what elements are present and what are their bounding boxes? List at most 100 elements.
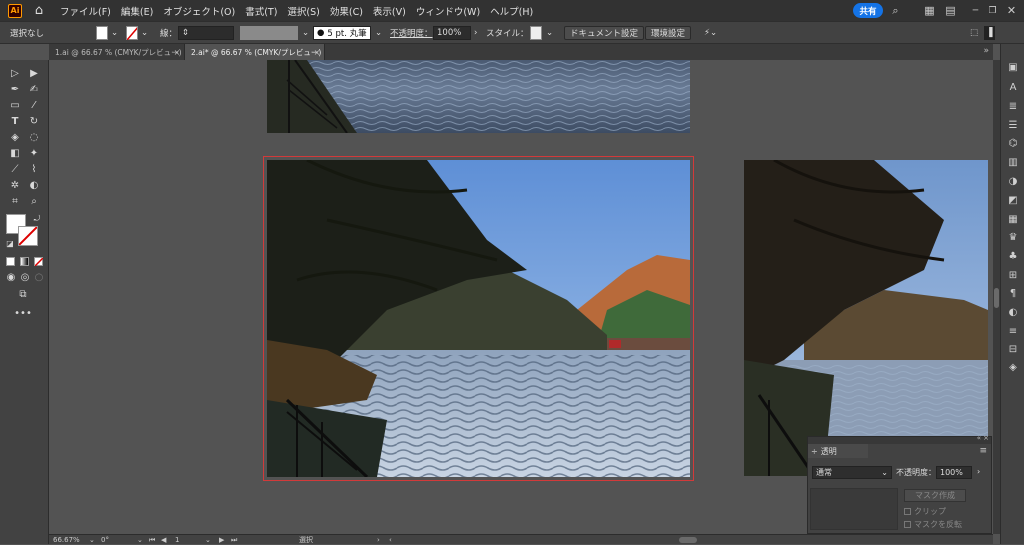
menu-edit[interactable]: 編集(E) — [121, 4, 153, 18]
swap-colors-icon[interactable]: ⤾ — [30, 212, 44, 226]
draw-behind-icon[interactable]: ◎ — [18, 270, 32, 284]
pathfinder-icon[interactable]: ⊞ — [1006, 268, 1020, 282]
double-chevron-icon[interactable]: » — [983, 46, 989, 56]
shape-builder-icon[interactable]: ◐ — [27, 178, 41, 192]
panel-header-strip[interactable]: « × — [808, 434, 991, 444]
home-icon[interactable]: ⌂ — [32, 3, 46, 18]
tab-document-1[interactable]: 1.ai @ 66.67 % (CMYK/プレビュー) × — [49, 44, 185, 60]
default-colors-icon[interactable]: ◪ — [3, 236, 17, 250]
zoom-tool-icon[interactable]: ⌕ — [27, 194, 41, 208]
chevron-down-icon[interactable]: ⌄ — [546, 26, 553, 40]
stroke-color-box[interactable] — [18, 226, 38, 246]
chevron-right-icon[interactable]: › — [474, 26, 477, 40]
pen-tool-icon[interactable]: ✒ — [8, 82, 22, 96]
draw-inside-icon[interactable]: ○ — [32, 270, 46, 284]
make-mask-button[interactable]: マスク作成 — [904, 489, 966, 502]
more-tools-icon[interactable]: ••• — [14, 306, 32, 320]
tab-document-2[interactable]: 2.ai* @ 66.67 % (CMYK/プレビュー) × — [185, 44, 325, 60]
color-icon[interactable]: ◑ — [1006, 174, 1020, 188]
magic-wand-icon[interactable]: ✦ — [27, 146, 41, 160]
menu-select[interactable]: 選択(S) — [287, 4, 319, 18]
search-icon[interactable]: ⌕ — [889, 4, 902, 17]
menu-help[interactable]: ヘルプ(H) — [490, 4, 533, 18]
gradient-icon[interactable]: ◩ — [1006, 193, 1020, 207]
close-icon[interactable]: ✕ — [1005, 4, 1018, 17]
artboard-tool-icon[interactable]: ⌗ — [8, 194, 22, 208]
brush-definition-field[interactable]: ● 5 pt. 丸筆 — [313, 26, 371, 40]
properties-icon[interactable]: ▣ — [1006, 60, 1020, 74]
rectangle-tool-icon[interactable]: ▭ — [8, 98, 22, 112]
chevron-down-icon[interactable]: ⌄ — [302, 26, 309, 40]
invert-mask-checkbox[interactable]: マスクを反転 — [904, 519, 962, 530]
rotate-tool-icon[interactable]: ↻ — [27, 114, 41, 128]
menu-view[interactable]: 表示(V) — [373, 4, 406, 18]
transform-panel-icon[interactable]: ⊟ — [1006, 342, 1020, 356]
blend-mode-select[interactable]: 通常 ⌄ — [812, 466, 892, 479]
brushes-icon[interactable]: ♛ — [1006, 230, 1020, 244]
menu-object[interactable]: オブジェクト(O) — [163, 4, 235, 18]
glyphs-icon[interactable]: ¶ — [1006, 286, 1020, 300]
eyedropper-tool-icon[interactable]: ⟋ — [8, 162, 22, 176]
color-mode-icon[interactable] — [6, 257, 15, 266]
none-mode-icon[interactable] — [34, 257, 44, 267]
paintbrush-tool-icon[interactable]: ⁄ — [27, 98, 41, 112]
stroke-panel-icon[interactable]: ⌬ — [1006, 136, 1020, 150]
vertical-scrollbar[interactable] — [993, 60, 1000, 534]
panel-menu-icon[interactable]: ≡ — [979, 446, 987, 456]
transform-icon[interactable]: ⬚ — [970, 26, 978, 40]
swatches-icon[interactable]: ▦ — [1006, 212, 1020, 226]
menu-window[interactable]: ウィンドウ(W) — [416, 4, 480, 18]
menu-type[interactable]: 書式(T) — [245, 4, 277, 18]
style-swatch[interactable] — [530, 26, 542, 40]
document-setup-button[interactable]: ドキュメント設定 — [564, 26, 645, 40]
adjust-icon[interactable]: ☰ — [1006, 118, 1020, 132]
scroll-thumb[interactable] — [994, 288, 999, 308]
fill-swatch[interactable] — [96, 26, 108, 40]
close-icon[interactable]: × — [314, 48, 320, 57]
blend-tool-icon[interactable]: ⌇ — [27, 162, 41, 176]
transparency-icon[interactable]: ◐ — [1006, 305, 1020, 319]
symbols-icon[interactable]: ♣ — [1006, 249, 1020, 263]
menu-effect[interactable]: 効果(C) — [330, 4, 363, 18]
select-similar-icon[interactable]: ⚡⌄ — [704, 26, 717, 40]
artboard-top-image[interactable] — [267, 60, 690, 133]
direct-selection-tool-icon[interactable]: ▶ — [27, 66, 41, 80]
artboard-right-image[interactable] — [744, 160, 988, 476]
chevron-down-icon[interactable]: ⌄ — [141, 26, 148, 40]
collapse-icon[interactable]: « — [977, 434, 981, 442]
tab-transparency[interactable]: ÷ 透明 — [808, 444, 868, 458]
type-tool-icon[interactable]: T — [8, 114, 22, 128]
chevron-right-icon[interactable]: › — [977, 467, 980, 476]
gradient-mode-icon[interactable] — [20, 257, 29, 266]
preferences-button[interactable]: 環境設定 — [645, 26, 692, 40]
close-icon[interactable]: × — [983, 434, 989, 442]
close-icon[interactable]: × — [174, 48, 180, 57]
maximize-icon[interactable]: ❐ — [986, 4, 999, 17]
lasso-tool-icon[interactable]: ◌ — [27, 130, 41, 144]
screen-mode-icon[interactable]: ⧉ — [16, 287, 30, 301]
paragraph-icon[interactable]: ≣ — [1006, 99, 1020, 113]
opacity-label[interactable]: 不透明度： — [390, 26, 433, 40]
opacity-field[interactable]: 100% — [936, 466, 972, 479]
curvature-tool-icon[interactable]: ✍ — [27, 82, 41, 96]
share-button[interactable]: 共有 — [853, 3, 883, 18]
width-tool-icon[interactable]: ◧ — [8, 146, 22, 160]
stroke-swatch[interactable] — [126, 26, 138, 40]
selection-tool-icon[interactable]: ▷ — [8, 66, 22, 80]
workspace-icon[interactable]: ▤ — [944, 4, 957, 17]
eraser-tool-icon[interactable]: ◈ — [8, 130, 22, 144]
appearance-icon[interactable]: ▥ — [1006, 155, 1020, 169]
horizontal-scroll-thumb[interactable] — [679, 537, 697, 543]
variable-width-profile[interactable] — [240, 26, 298, 40]
menu-file[interactable]: ファイル(F) — [60, 4, 111, 18]
layers-icon[interactable]: ◈ — [1006, 360, 1020, 374]
draw-normal-icon[interactable]: ◉ — [4, 270, 18, 284]
align-panel-icon[interactable]: ≡ — [1006, 324, 1020, 338]
opacity-field[interactable]: 100% — [433, 26, 471, 40]
character-icon[interactable]: A — [1006, 80, 1020, 94]
chevron-down-icon[interactable]: ⌄ — [111, 26, 118, 40]
stroke-weight-field[interactable]: ⇕ — [178, 26, 234, 40]
clip-checkbox[interactable]: クリップ — [904, 506, 946, 517]
align-icon[interactable]: ▐ — [984, 26, 995, 40]
arrange-documents-icon[interactable]: ▦ — [923, 4, 936, 17]
